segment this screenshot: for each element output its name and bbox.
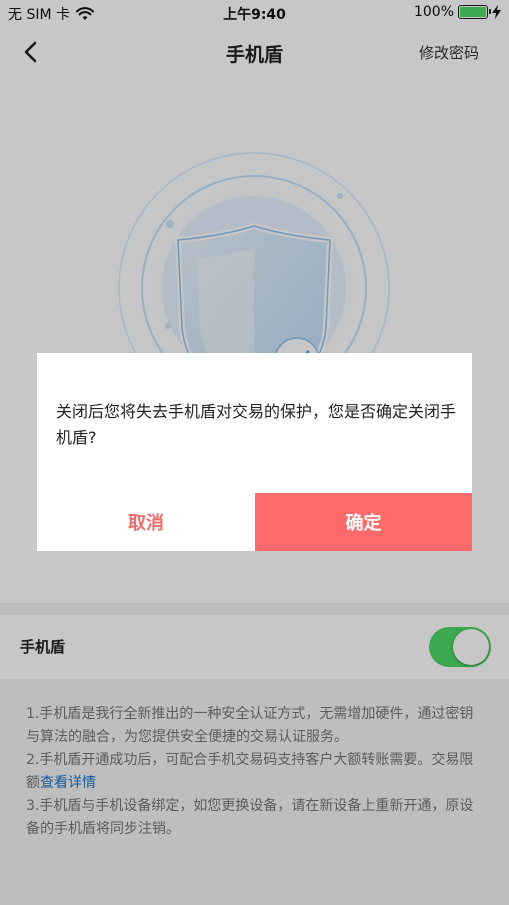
dialog-message: 关闭后您将失去手机盾对交易的保护，您是否确定关闭手机盾? <box>56 402 457 447</box>
cancel-button[interactable]: 取消 <box>37 493 255 551</box>
confirm-dialog: 关闭后您将失去手机盾对交易的保护，您是否确定关闭手机盾? 取消 确定 <box>37 353 472 551</box>
screen: 无 SIM 卡 上午9:40 100% 手机盾 修改密码 手机盾 1.手机盾是我… <box>0 0 509 905</box>
confirm-button[interactable]: 确定 <box>255 493 472 551</box>
